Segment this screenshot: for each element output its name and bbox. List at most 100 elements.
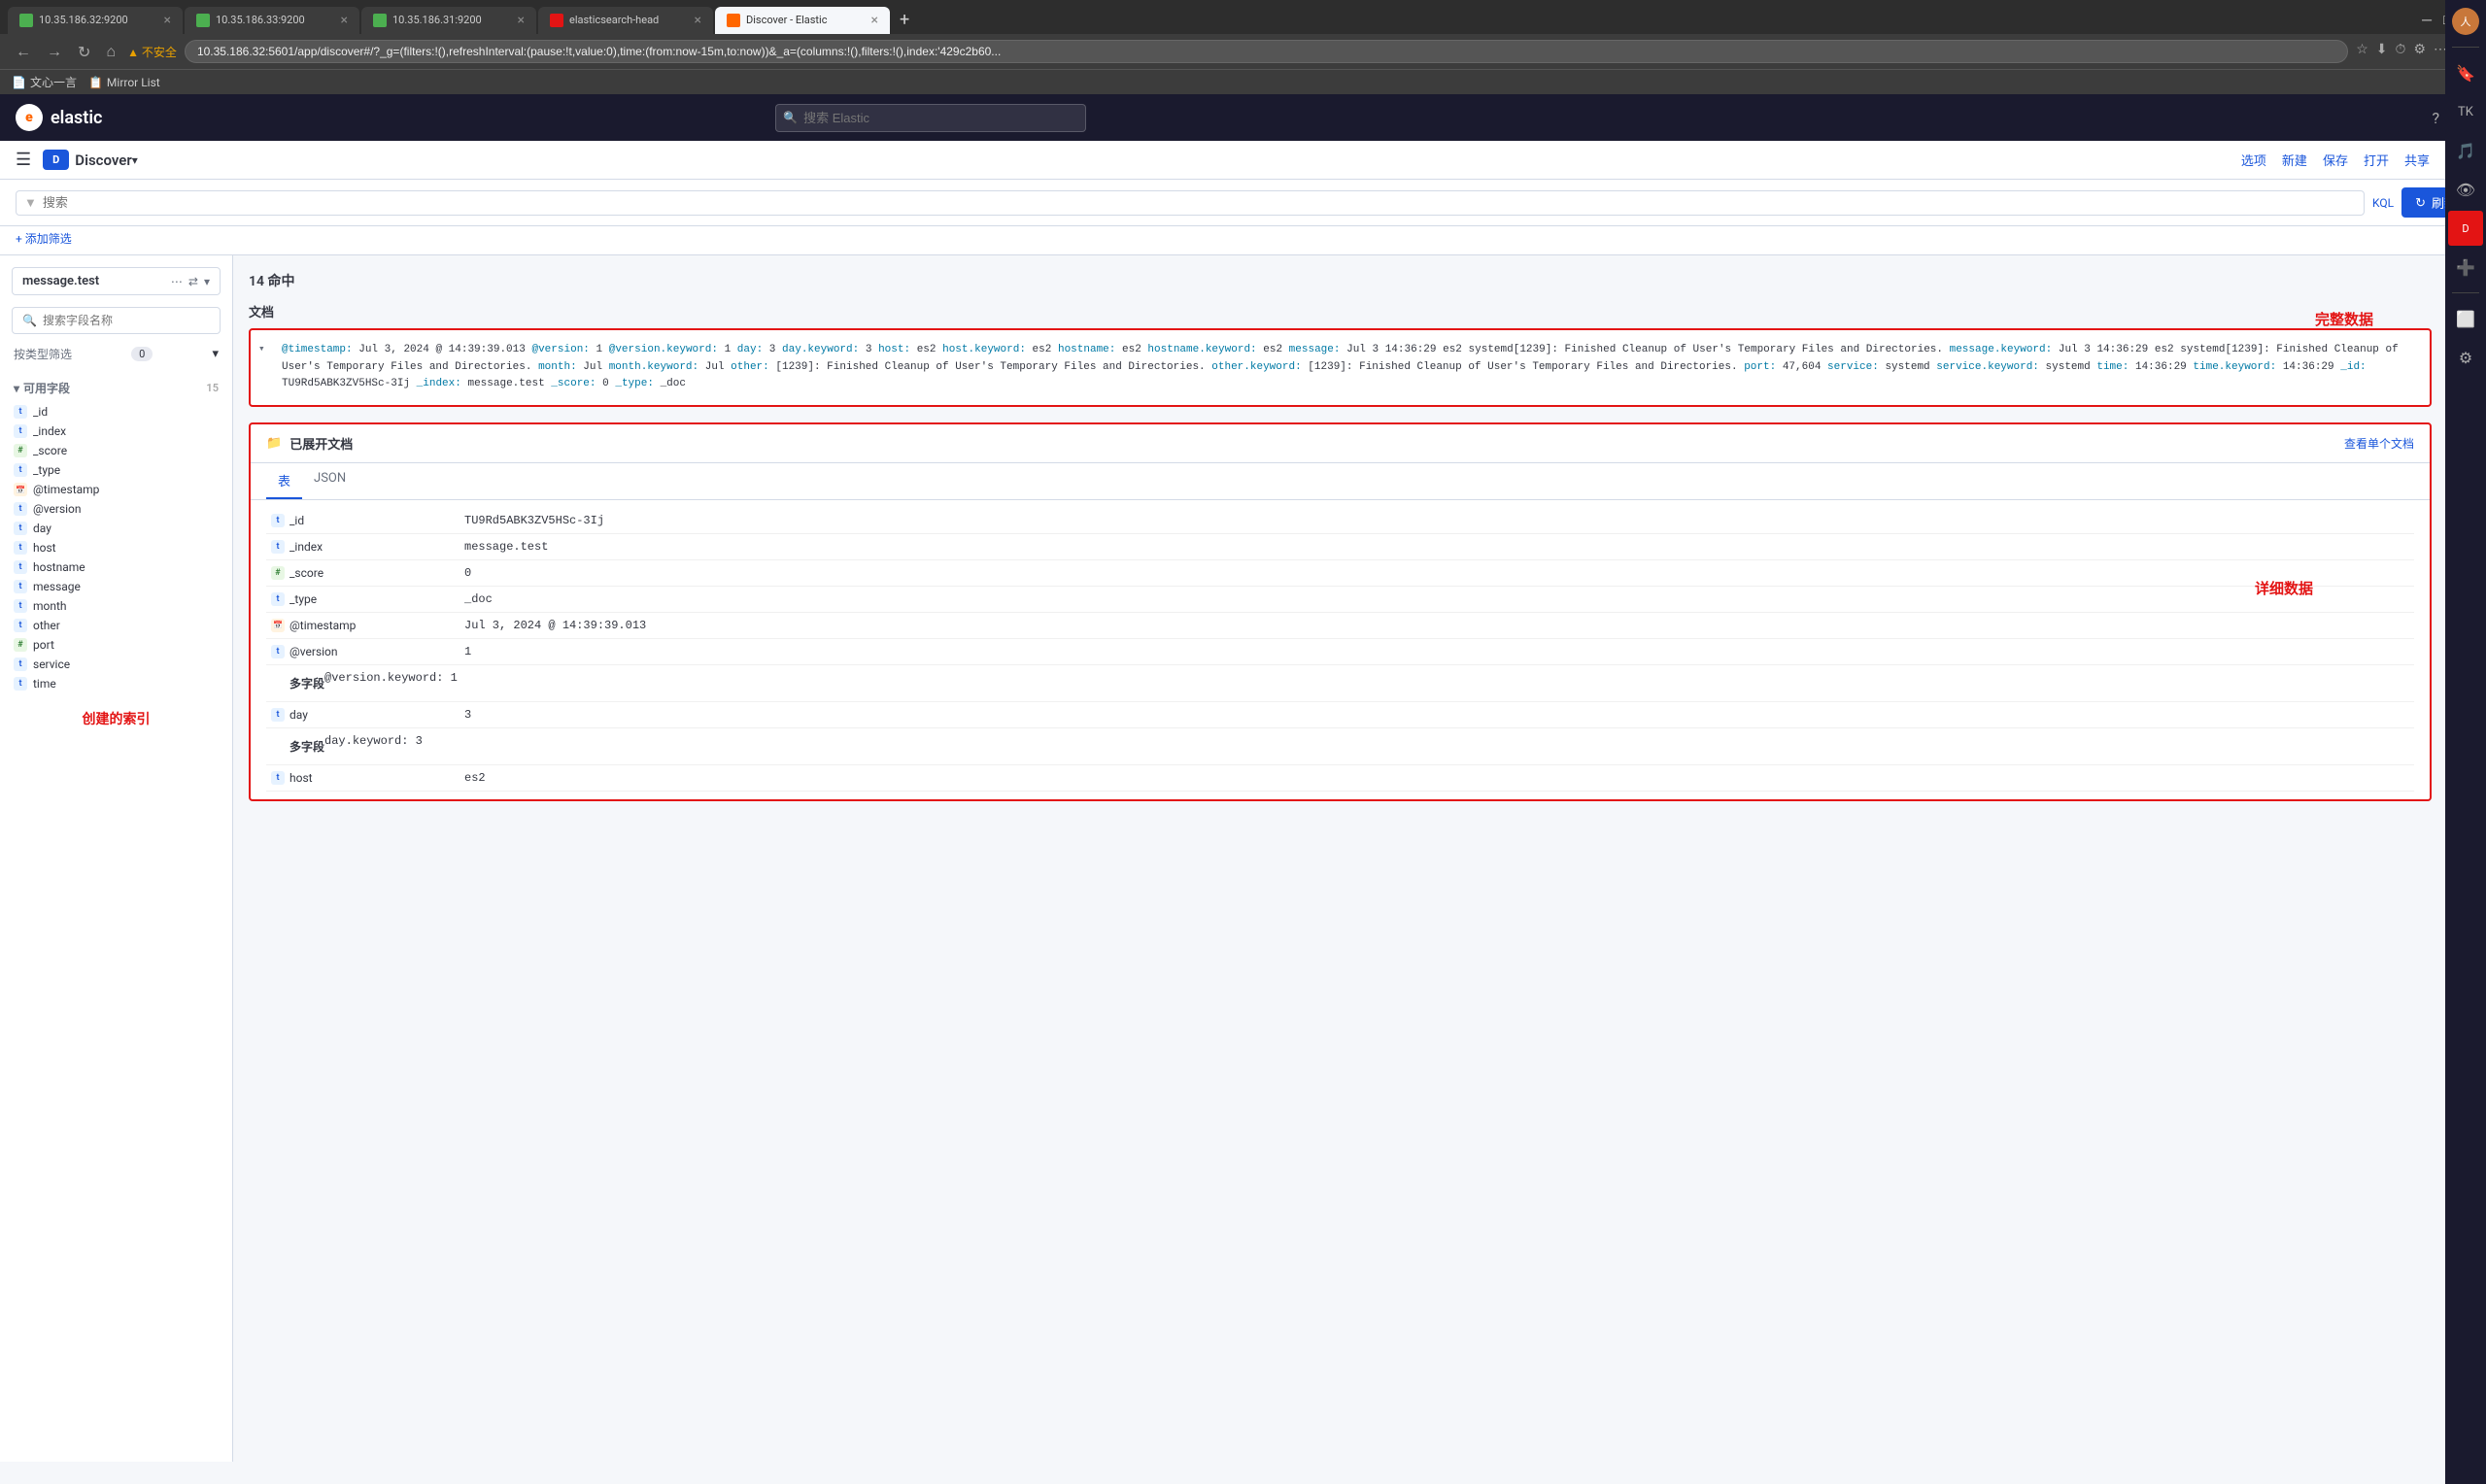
- doc-row-type: t _type _doc: [266, 587, 2414, 613]
- results-count: 14 命中: [249, 271, 2432, 290]
- search-input[interactable]: [43, 195, 2356, 210]
- help-icon[interactable]: ?: [2433, 109, 2440, 127]
- index-pattern-selector[interactable]: message.test ⋯ ⇄ ▾: [12, 267, 221, 295]
- sidebar-annotation: 创建的索引: [12, 709, 221, 728]
- raw-field-port-key: port:: [1744, 361, 1776, 373]
- global-search-input[interactable]: [775, 104, 1086, 132]
- field-item-day[interactable]: t day: [12, 519, 221, 538]
- filter-dropdown-icon[interactable]: ▾: [212, 347, 219, 361]
- doc-field-name-host: host: [289, 771, 464, 785]
- music-icon[interactable]: 🎵: [2448, 133, 2483, 168]
- field-name-month: month: [33, 599, 67, 613]
- field-item-hostname[interactable]: t hostname: [12, 557, 221, 577]
- new-link[interactable]: 新建: [2282, 151, 2307, 169]
- field-list: t _id t _index # _score t _type 📅 @ti: [12, 402, 221, 693]
- tab-json[interactable]: JSON: [302, 463, 358, 499]
- reload-button[interactable]: ↻: [74, 41, 94, 63]
- browser-tab-4[interactable]: elasticsearch-head ×: [538, 7, 713, 34]
- doc-field-value-host: es2: [464, 771, 2414, 785]
- forward-button[interactable]: →: [43, 40, 66, 63]
- field-item-score[interactable]: # _score: [12, 441, 221, 460]
- download-icon[interactable]: ⬇: [2376, 42, 2388, 61]
- raw-field-service-val: systemd: [1885, 361, 1929, 373]
- tab-close-4[interactable]: ×: [695, 13, 701, 28]
- raw-field-time-val: 14:36:29: [2135, 361, 2187, 373]
- field-type-icon-day: t: [14, 522, 27, 535]
- field-item-port[interactable]: # port: [12, 635, 221, 655]
- field-type-icon-score: #: [14, 444, 27, 457]
- options-link[interactable]: 选项: [2241, 151, 2266, 169]
- browser-tab-3[interactable]: 10.35.186.31:9200 ×: [361, 7, 536, 34]
- browser-tab-5[interactable]: Discover - Elastic ×: [715, 7, 890, 34]
- open-link[interactable]: 打开: [2364, 151, 2389, 169]
- field-item-id[interactable]: t _id: [12, 402, 221, 422]
- doc-field-type-day: t: [271, 708, 285, 722]
- raw-field-host-kw-val: es2: [1033, 344, 1052, 355]
- field-item-message[interactable]: t message: [12, 577, 221, 596]
- index-options-icon[interactable]: ⋯: [171, 275, 183, 288]
- back-button[interactable]: ←: [12, 40, 35, 63]
- tab-close-2[interactable]: ×: [341, 13, 348, 28]
- doc-row-icon-id: t: [266, 514, 289, 527]
- kql-toggle[interactable]: KQL: [2372, 196, 2394, 210]
- field-item-month[interactable]: t month: [12, 596, 221, 616]
- tab-close-1[interactable]: ×: [164, 13, 171, 28]
- section-collapse-icon[interactable]: ▾: [14, 382, 19, 395]
- expanded-doc-header: 📁 已展开文档 查看单个文档: [251, 424, 2430, 463]
- new-tab-button[interactable]: +: [892, 6, 917, 34]
- field-name-time: time: [33, 677, 56, 691]
- tab-close-5[interactable]: ×: [871, 13, 878, 28]
- add-icon[interactable]: ➕: [2448, 250, 2483, 285]
- field-item-version[interactable]: t @version: [12, 499, 221, 519]
- index-dropdown-icon[interactable]: ▾: [204, 275, 210, 288]
- browser-tab-1[interactable]: 10.35.186.32:9200 ×: [8, 7, 183, 34]
- bookmark-mirror[interactable]: 📋 Mirror List: [88, 76, 160, 89]
- user-avatar-icon[interactable]: 人: [2452, 8, 2479, 35]
- bookmarks-icon[interactable]: 🔖: [2448, 55, 2483, 90]
- tab-favicon-3: [373, 14, 387, 27]
- add-filter-button[interactable]: + 添加筛选: [16, 230, 2470, 247]
- panel-icon[interactable]: ⬜: [2448, 301, 2483, 336]
- field-name-index: _index: [33, 424, 66, 438]
- tab-close-3[interactable]: ×: [518, 13, 525, 28]
- search-toggle-icon[interactable]: ▼: [24, 195, 37, 211]
- field-item-service[interactable]: t service: [12, 655, 221, 674]
- bookmark-wenxin[interactable]: 📄 文心一言: [12, 74, 77, 90]
- tab-table[interactable]: 表: [266, 463, 302, 499]
- discover-dropdown-icon[interactable]: ▾: [132, 153, 138, 167]
- mobile-icon[interactable]: D: [2448, 211, 2483, 246]
- raw-doc-toggle-icon[interactable]: ▾: [258, 342, 265, 359]
- save-link[interactable]: 保存: [2323, 151, 2348, 169]
- field-item-time[interactable]: t time: [12, 674, 221, 693]
- field-name-host: host: [33, 541, 56, 555]
- field-item-type[interactable]: t _type: [12, 460, 221, 480]
- address-input[interactable]: [185, 40, 2348, 63]
- field-item-other[interactable]: t other: [12, 616, 221, 635]
- view-single-doc-link[interactable]: 查看单个文档: [2344, 435, 2414, 452]
- home-button[interactable]: ⌂: [102, 40, 119, 63]
- settings-icon[interactable]: ⚙: [2448, 340, 2483, 375]
- raw-doc-content: @timestamp: Jul 3, 2024 @ 14:39:39.013 @…: [262, 342, 2418, 393]
- extensions-icon[interactable]: ⚙: [2413, 42, 2426, 61]
- raw-field-timestamp-key: @timestamp:: [282, 344, 353, 355]
- history-icon[interactable]: ⏱: [2396, 42, 2406, 61]
- field-item-index[interactable]: t _index: [12, 422, 221, 441]
- address-bar: ← → ↻ ⌂ ▲ 不安全 ☆ ⬇ ⏱ ⚙ ⋯ G: [0, 34, 2486, 69]
- field-search-input[interactable]: [43, 314, 210, 327]
- field-item-host[interactable]: t host: [12, 538, 221, 557]
- field-item-timestamp[interactable]: 📅 @timestamp: [12, 480, 221, 499]
- share-link[interactable]: 共享: [2404, 151, 2430, 169]
- field-type-icon-other: t: [14, 619, 27, 632]
- hamburger-menu-icon[interactable]: ☰: [16, 150, 31, 170]
- raw-field-other-key: other:: [731, 361, 769, 373]
- minimize-icon[interactable]: ─: [2422, 12, 2432, 28]
- raw-field-other-kw-val: [1239]: Finished Cleanup of User's Tempo…: [1308, 361, 1737, 373]
- doc-row-version: t @version 1: [266, 639, 2414, 665]
- bookmark-star-icon[interactable]: ☆: [2356, 42, 2368, 61]
- eye-icon[interactable]: 👁: [2448, 172, 2483, 207]
- browser-tab-2[interactable]: 10.35.186.33:9200 ×: [185, 7, 359, 34]
- index-arrows-icon[interactable]: ⇄: [188, 275, 198, 288]
- tiktok-icon[interactable]: TK: [2448, 94, 2483, 129]
- raw-field-port-val: 47,604: [1783, 361, 1822, 373]
- secondary-navigation: ☰ D Discover ▾ 选项 新建 保存 打开 共享 检查: [0, 141, 2486, 180]
